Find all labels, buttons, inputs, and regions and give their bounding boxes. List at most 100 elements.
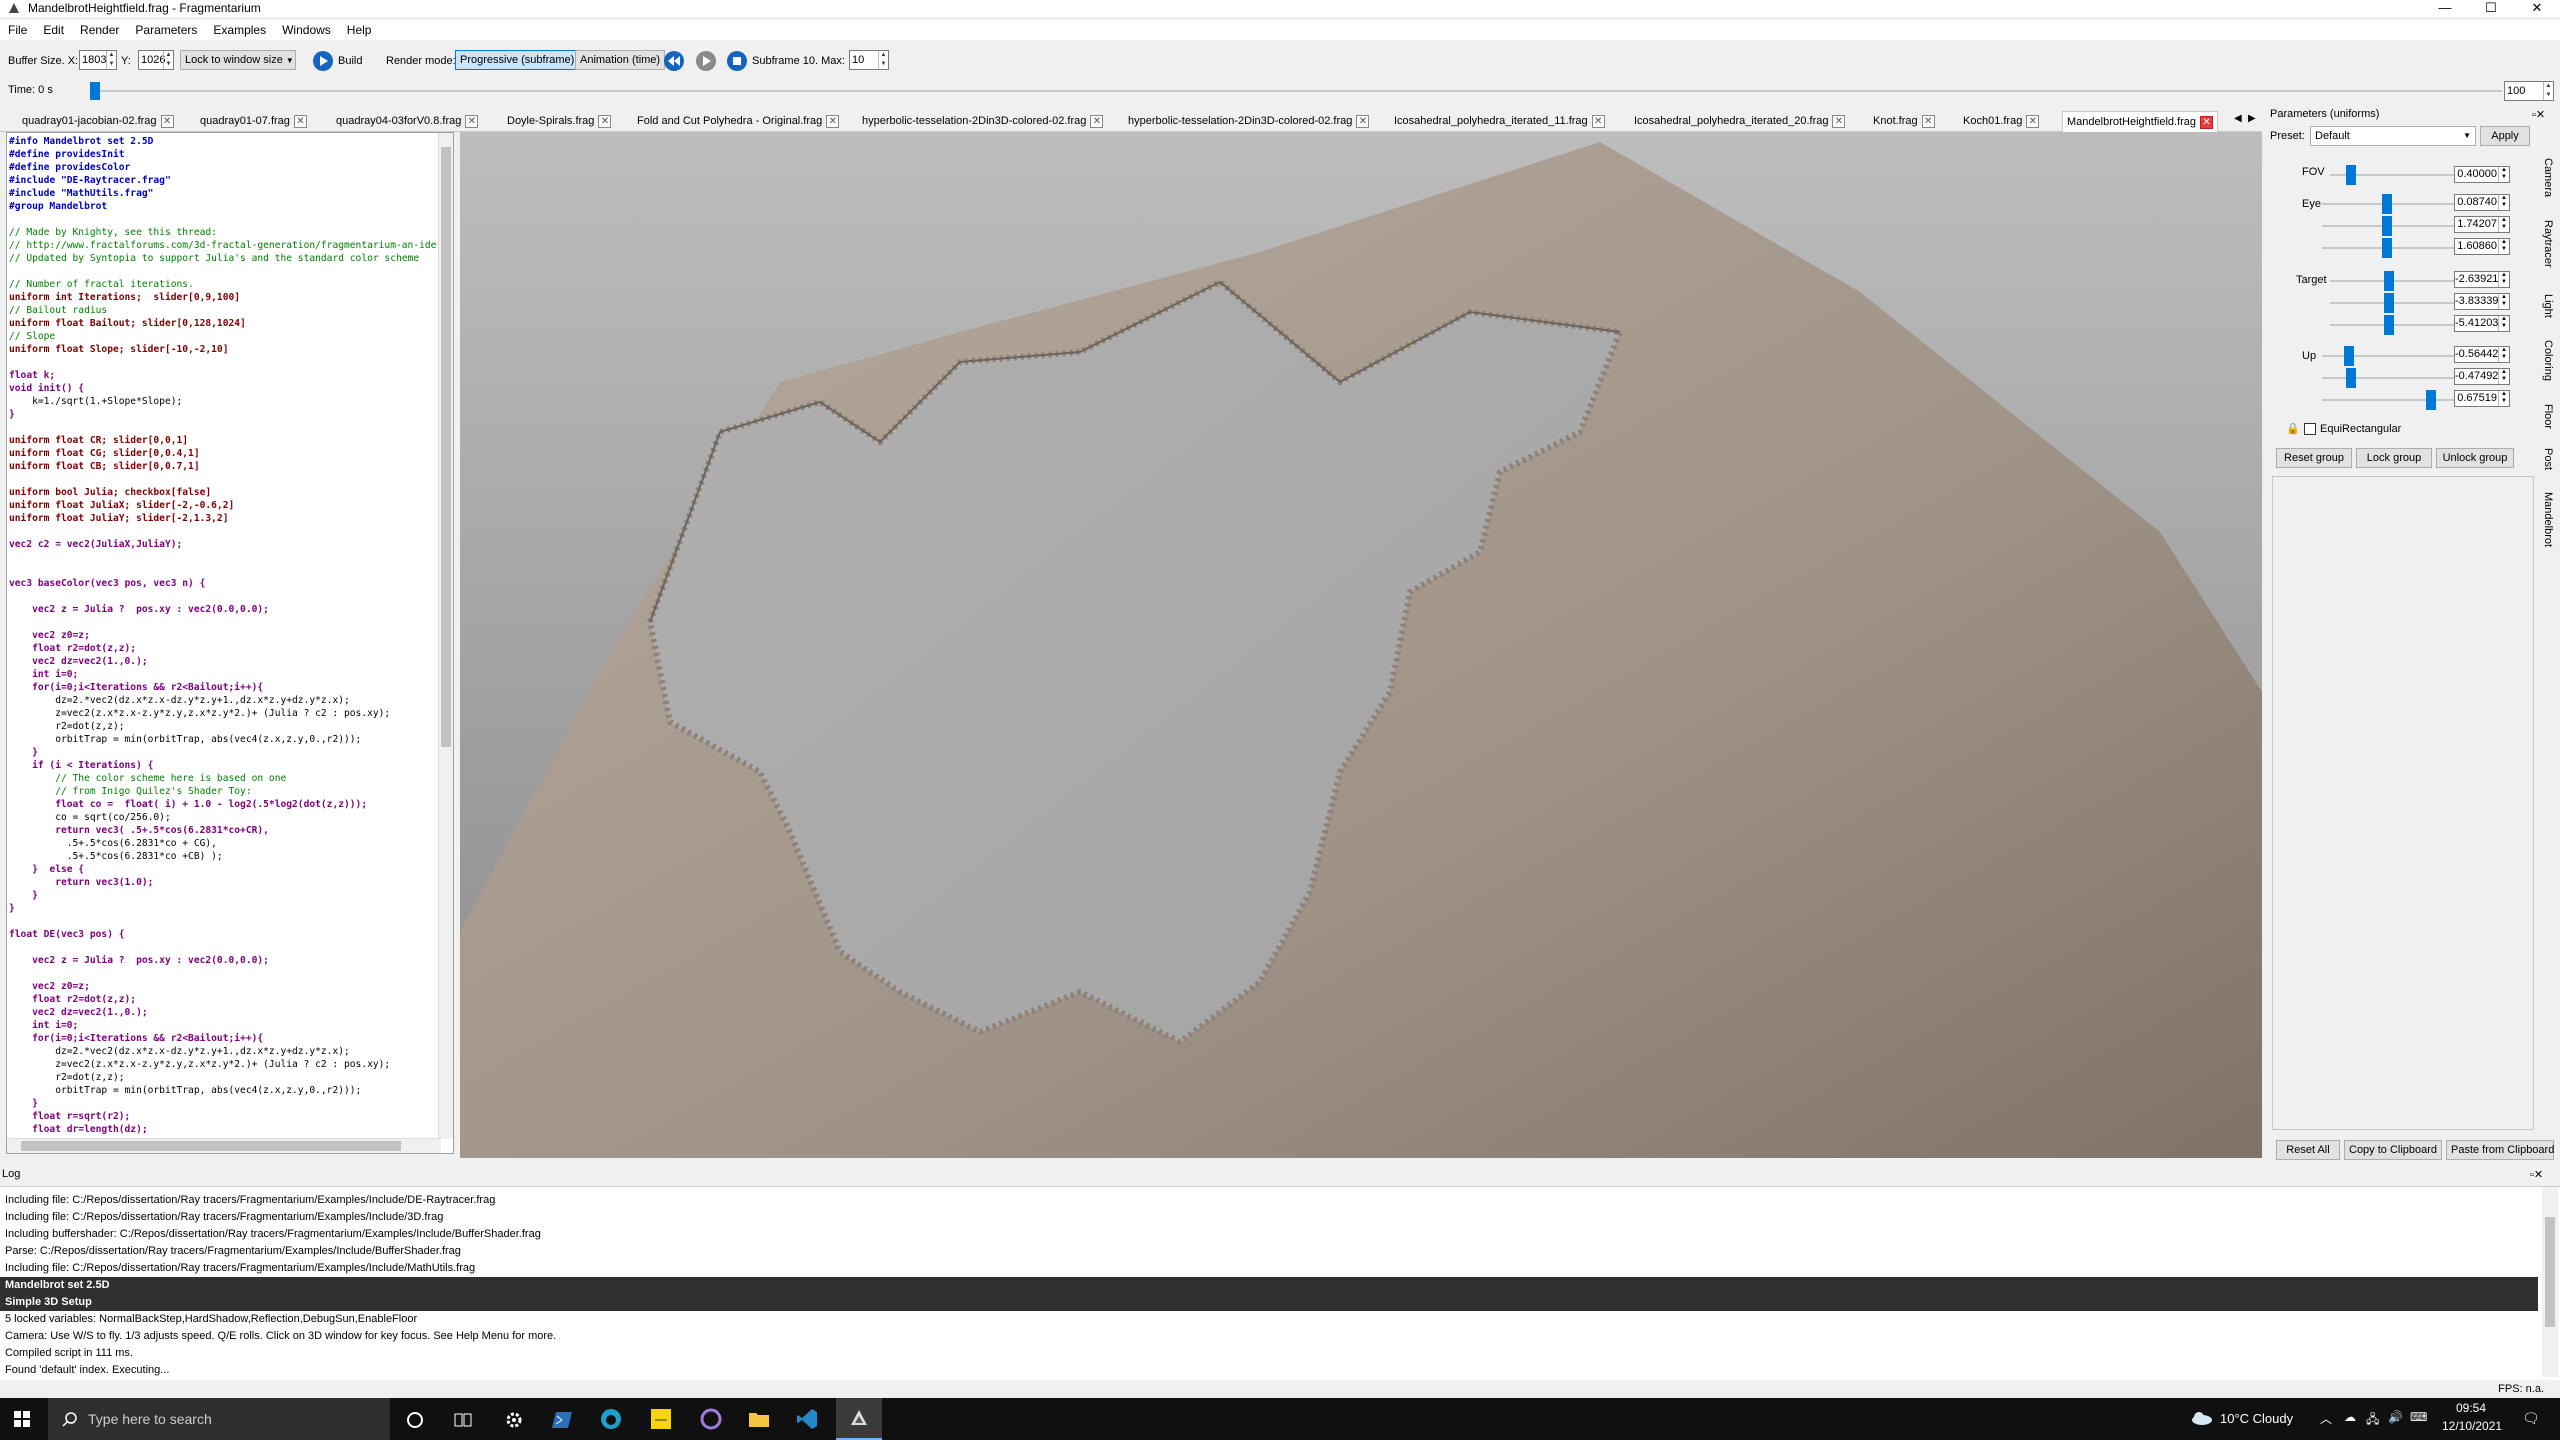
close-tab-icon[interactable]: ✕ xyxy=(826,114,840,128)
taskbar-search-box[interactable]: Type here to search xyxy=(48,1398,390,1440)
spin-arrows-icon[interactable]: ▲ ▼ xyxy=(878,51,888,69)
spin-arrows-icon[interactable]: ▲ ▼ xyxy=(2498,167,2509,182)
tab-file[interactable]: Icosahedral_polyhedra_iterated_20.frag ✕ xyxy=(1634,111,1846,131)
target-z-spinbox[interactable]: -5.41203 ▲ ▼ xyxy=(2454,315,2510,332)
powershell-icon[interactable] xyxy=(552,1410,574,1430)
close-tab-icon[interactable]: ✕ xyxy=(1356,114,1370,128)
sticky-notes-icon[interactable] xyxy=(650,1408,672,1430)
spin-arrows-icon[interactable]: ▲ ▼ xyxy=(2498,272,2509,287)
target-z-handle[interactable] xyxy=(2384,315,2394,335)
spin-arrows-icon[interactable]: ▲ ▼ xyxy=(2498,239,2509,254)
reset-all-button[interactable]: Reset All xyxy=(2276,1140,2340,1160)
close-tab-icon[interactable]: ✕ xyxy=(1921,114,1935,128)
menu-render[interactable]: Render xyxy=(72,20,127,40)
network-icon[interactable]: 🖧 xyxy=(2366,1410,2379,1431)
preset-dropdown[interactable]: Default ▼ xyxy=(2310,126,2476,146)
spin-arrows-icon[interactable]: ▲ ▼ xyxy=(2498,391,2509,406)
rewind-icon[interactable] xyxy=(663,50,685,72)
tab-scroll-right-icon[interactable]: ▶ xyxy=(2248,113,2256,124)
max-subframe-spinbox[interactable]: 10 ▲ ▼ xyxy=(849,50,889,70)
spin-arrows-icon[interactable]: ▲ ▼ xyxy=(2498,369,2509,384)
spin-arrows-icon[interactable]: ▲ ▼ xyxy=(2498,217,2509,232)
buffer-y-spinbox[interactable]: 1026 ▲ ▼ xyxy=(138,50,174,70)
tab-mandelbrot[interactable]: Mandelbrot xyxy=(2542,492,2554,547)
cloud-weather-icon[interactable] xyxy=(2190,1410,2214,1426)
menu-examples[interactable]: Examples xyxy=(205,20,274,40)
edge-browser-icon[interactable] xyxy=(600,1408,622,1430)
code-editor[interactable]: #info Mandelbrot set 2.5D #define provide… xyxy=(6,132,454,1154)
close-tab-icon[interactable]: ✕ xyxy=(160,114,174,128)
tab-file[interactable]: Doyle-Spirals.frag ✕ xyxy=(507,111,612,131)
tab-camera[interactable]: Camera xyxy=(2542,158,2554,197)
close-tab-icon[interactable]: ✕ xyxy=(1591,114,1605,128)
eye-y-spinbox[interactable]: 1.74207 ▲ ▼ xyxy=(2454,216,2510,233)
tab-file[interactable]: hyperbolic-tesselation-2Din3D-colored-02… xyxy=(862,111,1104,131)
unlock-group-button[interactable]: Unlock group xyxy=(2436,448,2514,468)
clock-date[interactable]: 12/10/2021 xyxy=(2442,1419,2502,1433)
tab-file[interactable]: Knot.frag ✕ xyxy=(1873,111,1935,131)
equirect-checkbox[interactable] xyxy=(2304,423,2316,435)
spin-arrows-icon[interactable]: ▲ ▼ xyxy=(2498,316,2509,331)
render-viewport[interactable] xyxy=(460,132,2262,1158)
weather-text[interactable]: 10°C Cloudy xyxy=(2220,1411,2293,1426)
up-z-handle[interactable] xyxy=(2426,390,2436,410)
undock-icon[interactable]: ▫✕ xyxy=(2532,108,2545,121)
close-tab-icon[interactable]: ✕ xyxy=(2026,114,2040,128)
animation-mode-button[interactable]: Animation (time) xyxy=(575,50,666,70)
volume-icon[interactable]: 🔊 xyxy=(2388,1410,2403,1424)
build-button[interactable]: Build xyxy=(338,50,362,72)
spin-arrows-icon[interactable]: ▲ ▼ xyxy=(2543,82,2553,100)
settings-gear-icon[interactable] xyxy=(504,1410,524,1430)
scroll-thumb[interactable] xyxy=(21,1141,401,1151)
close-tab-icon[interactable]: ✕ xyxy=(598,114,612,128)
spin-arrows-icon[interactable]: ▲ ▼ xyxy=(2498,294,2509,309)
eye-z-handle[interactable] xyxy=(2382,238,2392,258)
notifications-icon[interactable]: 🗨 xyxy=(2522,1410,2540,1427)
log-panel[interactable]: Including file: C:/Repos/dissertation/Ra… xyxy=(0,1186,2560,1380)
task-view-icon[interactable] xyxy=(454,1411,472,1429)
tray-app-icon[interactable]: ☁ xyxy=(2344,1410,2356,1424)
eye-x-handle[interactable] xyxy=(2382,194,2392,214)
spin-arrows-icon[interactable]: ▲ ▼ xyxy=(163,51,173,69)
time-slider-track[interactable] xyxy=(92,90,2502,92)
spin-arrows-icon[interactable]: ▲ ▼ xyxy=(2498,195,2509,210)
buffer-x-spinbox[interactable]: 1803 ▲ ▼ xyxy=(79,50,117,70)
tab-file[interactable]: quadray04-03forV0.8.frag ✕ xyxy=(336,111,479,131)
target-x-spinbox[interactable]: -2.63921 ▲ ▼ xyxy=(2454,271,2510,288)
tab-floor[interactable]: Floor xyxy=(2542,404,2554,429)
windows-start-icon[interactable] xyxy=(14,1411,30,1427)
chevron-up-icon[interactable]: ︿ xyxy=(2320,1410,2332,1427)
target-y-spinbox[interactable]: -3.83339 ▲ ▼ xyxy=(2454,293,2510,310)
minimize-button[interactable]: — xyxy=(2422,0,2468,17)
fov-slider-handle[interactable] xyxy=(2346,165,2356,185)
tab-scroll-left-icon[interactable]: ◀ xyxy=(2234,113,2242,124)
eye-x-spinbox[interactable]: 0.08740 ▲ ▼ xyxy=(2454,194,2510,211)
up-x-spinbox[interactable]: -0.56442 ▲ ▼ xyxy=(2454,346,2510,363)
tab-coloring[interactable]: Coloring xyxy=(2542,340,2554,381)
close-tab-icon[interactable]: ✕ xyxy=(1832,114,1846,128)
editor-horizontal-scrollbar[interactable] xyxy=(7,1138,441,1153)
maximize-button[interactable]: ☐ xyxy=(2468,0,2514,17)
close-tab-icon[interactable]: ✕ xyxy=(1090,114,1104,128)
app-ring-icon[interactable] xyxy=(700,1408,722,1430)
close-tab-icon[interactable]: ✕ xyxy=(465,114,479,128)
code-text[interactable]: #info Mandelbrot set 2.5D #define provide… xyxy=(9,135,453,1136)
paste-clipboard-button[interactable]: Paste from Clipboard xyxy=(2446,1140,2554,1160)
close-button[interactable]: ✕ xyxy=(2514,0,2560,17)
time-spinbox[interactable]: 100 ▲ ▼ xyxy=(2504,81,2554,101)
up-y-handle[interactable] xyxy=(2346,368,2356,388)
eye-z-spinbox[interactable]: 1.60860 ▲ ▼ xyxy=(2454,238,2510,255)
menu-edit[interactable]: Edit xyxy=(35,20,72,40)
play-icon[interactable] xyxy=(695,50,717,72)
close-tab-icon[interactable]: ✕ xyxy=(2200,115,2214,129)
lock-size-dropdown[interactable]: Lock to window size ▼ xyxy=(180,50,296,70)
reset-group-button[interactable]: Reset group xyxy=(2276,448,2352,468)
menu-help[interactable]: Help xyxy=(339,20,380,40)
vscode-icon[interactable] xyxy=(796,1408,818,1430)
editor-vertical-scrollbar[interactable] xyxy=(438,133,453,1139)
tab-file[interactable]: quadray01-07.frag ✕ xyxy=(200,111,307,131)
language-icon[interactable]: ⌨ xyxy=(2410,1410,2427,1424)
tab-file[interactable]: Fold and Cut Polyhedra - Original.frag ✕ xyxy=(637,111,840,131)
spin-arrows-icon[interactable]: ▲ ▼ xyxy=(106,51,116,69)
time-slider-handle[interactable] xyxy=(90,82,100,100)
